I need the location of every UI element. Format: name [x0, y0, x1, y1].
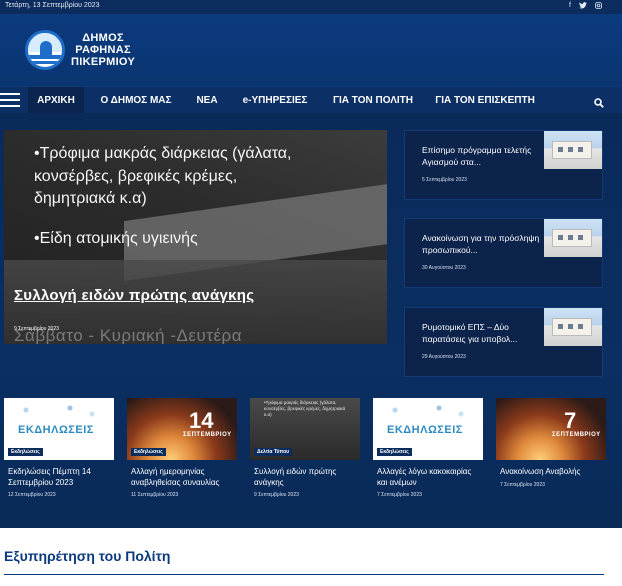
nav-item-municipality[interactable]: Ο ΔΗΜΟΣ ΜΑΣ [96, 87, 176, 114]
facebook-icon[interactable]: f [569, 2, 571, 11]
hero-date: 9 Σεπτεμβρίου 2023 [14, 326, 59, 332]
card-image-text: ΕΚΔΗΛΩΣΕΙΣ [387, 424, 463, 436]
twitter-icon[interactable] [579, 2, 587, 11]
hero-overlay-line-1: •Τρόφιμα μακράς διάρκειας (γάλατα, [34, 145, 292, 162]
section-heading: Εξυπηρέτηση του Πολίτη [4, 548, 171, 564]
municipality-logo[interactable]: ΔΗΜΟΣ ΡΑΦΗΝΑΣ ΠΙΚΕΡΜΙΟΥ [25, 26, 150, 74]
news-card-title[interactable]: Εκδηλώσεις Πέμπτη 14 Σεπτεμβρίου 2023 [8, 466, 114, 488]
news-card-date: 9 Σεπτεμβρίου 2023 [254, 492, 299, 498]
category-tag[interactable]: Εκδηλώσεις [131, 448, 166, 456]
side-article-title[interactable]: Ανακοίνωση για την πρόσληψη προσωπικού..… [422, 232, 542, 256]
menu-icon[interactable] [0, 93, 20, 107]
category-tag[interactable]: Εκδηλώσεις [377, 448, 412, 456]
search-icon[interactable] [594, 95, 604, 108]
side-article-thumbnail[interactable] [544, 131, 602, 169]
logo-text: ΔΗΜΟΣ ΡΑΦΗΝΑΣ ΠΙΚΕΡΜΙΟΥ [71, 32, 135, 68]
hero-overlay-line-3: δημητριακά κ.α) [34, 190, 147, 207]
logo-emblem-icon [25, 30, 65, 70]
card-image-number: 14 [189, 408, 214, 433]
top-bar: Τετάρτη, 13 Σεπτεμβρίου 2023 f [0, 0, 622, 14]
news-card-date: 7 Σεπτεμβρίου 2023 [377, 492, 422, 498]
side-article-date: 30 Αυγούστου 2023 [422, 265, 466, 271]
citizen-service-section: Εξυπηρέτηση του Πολίτη [0, 528, 622, 586]
card-image-text: ΕΚΔΗΛΩΣΕΙΣ [18, 424, 94, 436]
news-card-title[interactable]: Αλλαγές λόγω κακοκαιρίας και ανέμων [377, 466, 483, 488]
category-tag[interactable]: Δελτία Τύπου [254, 448, 293, 456]
side-article-date: 5 Σεπτεμβρίου 2023 [422, 177, 467, 183]
main-nav: ΑΡΧΙΚΗ Ο ΔΗΜΟΣ ΜΑΣ ΝΕΑ e-ΥΠΗΡΕΣΙΕΣ ΓΙΑ Τ… [0, 86, 622, 114]
logo-line-1: ΔΗΜΟΣ [82, 32, 124, 44]
news-card-title[interactable]: Συλλογή ειδών πρώτης ανάγκης [254, 466, 360, 488]
main-content: •Τρόφιμα μακράς διάρκειας (γάλατα, κονσέ… [0, 113, 622, 528]
social-links: f [569, 2, 602, 11]
nav-item-home[interactable]: ΑΡΧΙΚΗ [28, 87, 84, 114]
news-card-date: 11 Σεπτεμβρίου 2023 [131, 492, 179, 498]
side-article-title[interactable]: Επίσημο πρόγραμμα τελετής Αγιασμού στα..… [422, 144, 542, 168]
current-date: Τετάρτη, 13 Σεπτεμβρίου 2023 [5, 2, 100, 9]
card-image-word: ΣΕΠΤΕΜΒΡΙΟΥ [552, 432, 601, 438]
hero-overlay-line-4: •Είδη ατομικής υγιεινής [34, 230, 198, 247]
news-card-image[interactable]: 7 ΣΕΠΤΕΜΒΡΙΟΥ [496, 398, 606, 460]
news-card-title[interactable]: Ανακοίνωση Αναβολής [500, 466, 606, 477]
logo-line-2: ΡΑΦΗΝΑΣ [75, 44, 131, 56]
nav-item-visitor[interactable]: ΓΙΑ ΤΟΝ ΕΠΙΣΚΕΠΤΗ [432, 87, 538, 114]
side-article-3[interactable]: Ρυμοτομικό ΕΠΣ – Δύο παρατάσεις για υποβ… [404, 307, 603, 377]
nav-item-e-services[interactable]: e-ΥΠΗΡΕΣΙΕΣ [240, 87, 310, 114]
side-article-2[interactable]: Ανακοίνωση για την πρόσληψη προσωπικού..… [404, 218, 603, 288]
side-article-thumbnail[interactable] [544, 219, 602, 257]
site-header: ΔΗΜΟΣ ΡΑΦΗΝΑΣ ΠΙΚΕΡΜΙΟΥ [0, 14, 622, 86]
news-card-date: 7 Σεπτεμβρίου 2023 [500, 482, 545, 488]
news-card-date: 12 Σεπτεμβρίου 2023 [8, 492, 56, 498]
instagram-icon[interactable] [595, 2, 602, 11]
side-article-date: 29 Αυγούστου 2023 [422, 354, 466, 360]
card-image-word: ΣΕΠΤΕΜΒΡΙΟΥ [183, 432, 232, 438]
hero-overlay-line-2: κονσέρβες, βρεφικές κρέμες, [34, 168, 238, 185]
side-article-thumbnail[interactable] [544, 308, 602, 346]
card-image-text: •Τρόφιμα μακράς διάρκειας (γάλατα, κονσέ… [264, 400, 346, 417]
section-divider [4, 574, 604, 575]
card-image-number: 7 [564, 408, 577, 433]
side-article-1[interactable]: Επίσημο πρόγραμμα τελετής Αγιασμού στα..… [404, 130, 603, 200]
side-article-title[interactable]: Ρυμοτομικό ΕΠΣ – Δύο παρατάσεις για υποβ… [422, 321, 542, 345]
category-tag[interactable]: Εκδηλώσεις [8, 448, 43, 456]
nav-item-citizen[interactable]: ΓΙΑ ΤΟΝ ΠΟΛΙΤΗ [328, 87, 418, 114]
hero-title[interactable]: Συλλογή ειδών πρώτης ανάγκης [14, 287, 254, 304]
news-card-title[interactable]: Αλλαγή ημερομηνίας αναβληθείσας συναυλία… [131, 466, 237, 488]
nav-item-news[interactable]: ΝΕΑ [192, 87, 222, 114]
logo-line-3: ΠΙΚΕΡΜΙΟΥ [71, 56, 136, 68]
featured-article[interactable]: •Τρόφιμα μακράς διάρκειας (γάλατα, κονσέ… [4, 130, 387, 344]
